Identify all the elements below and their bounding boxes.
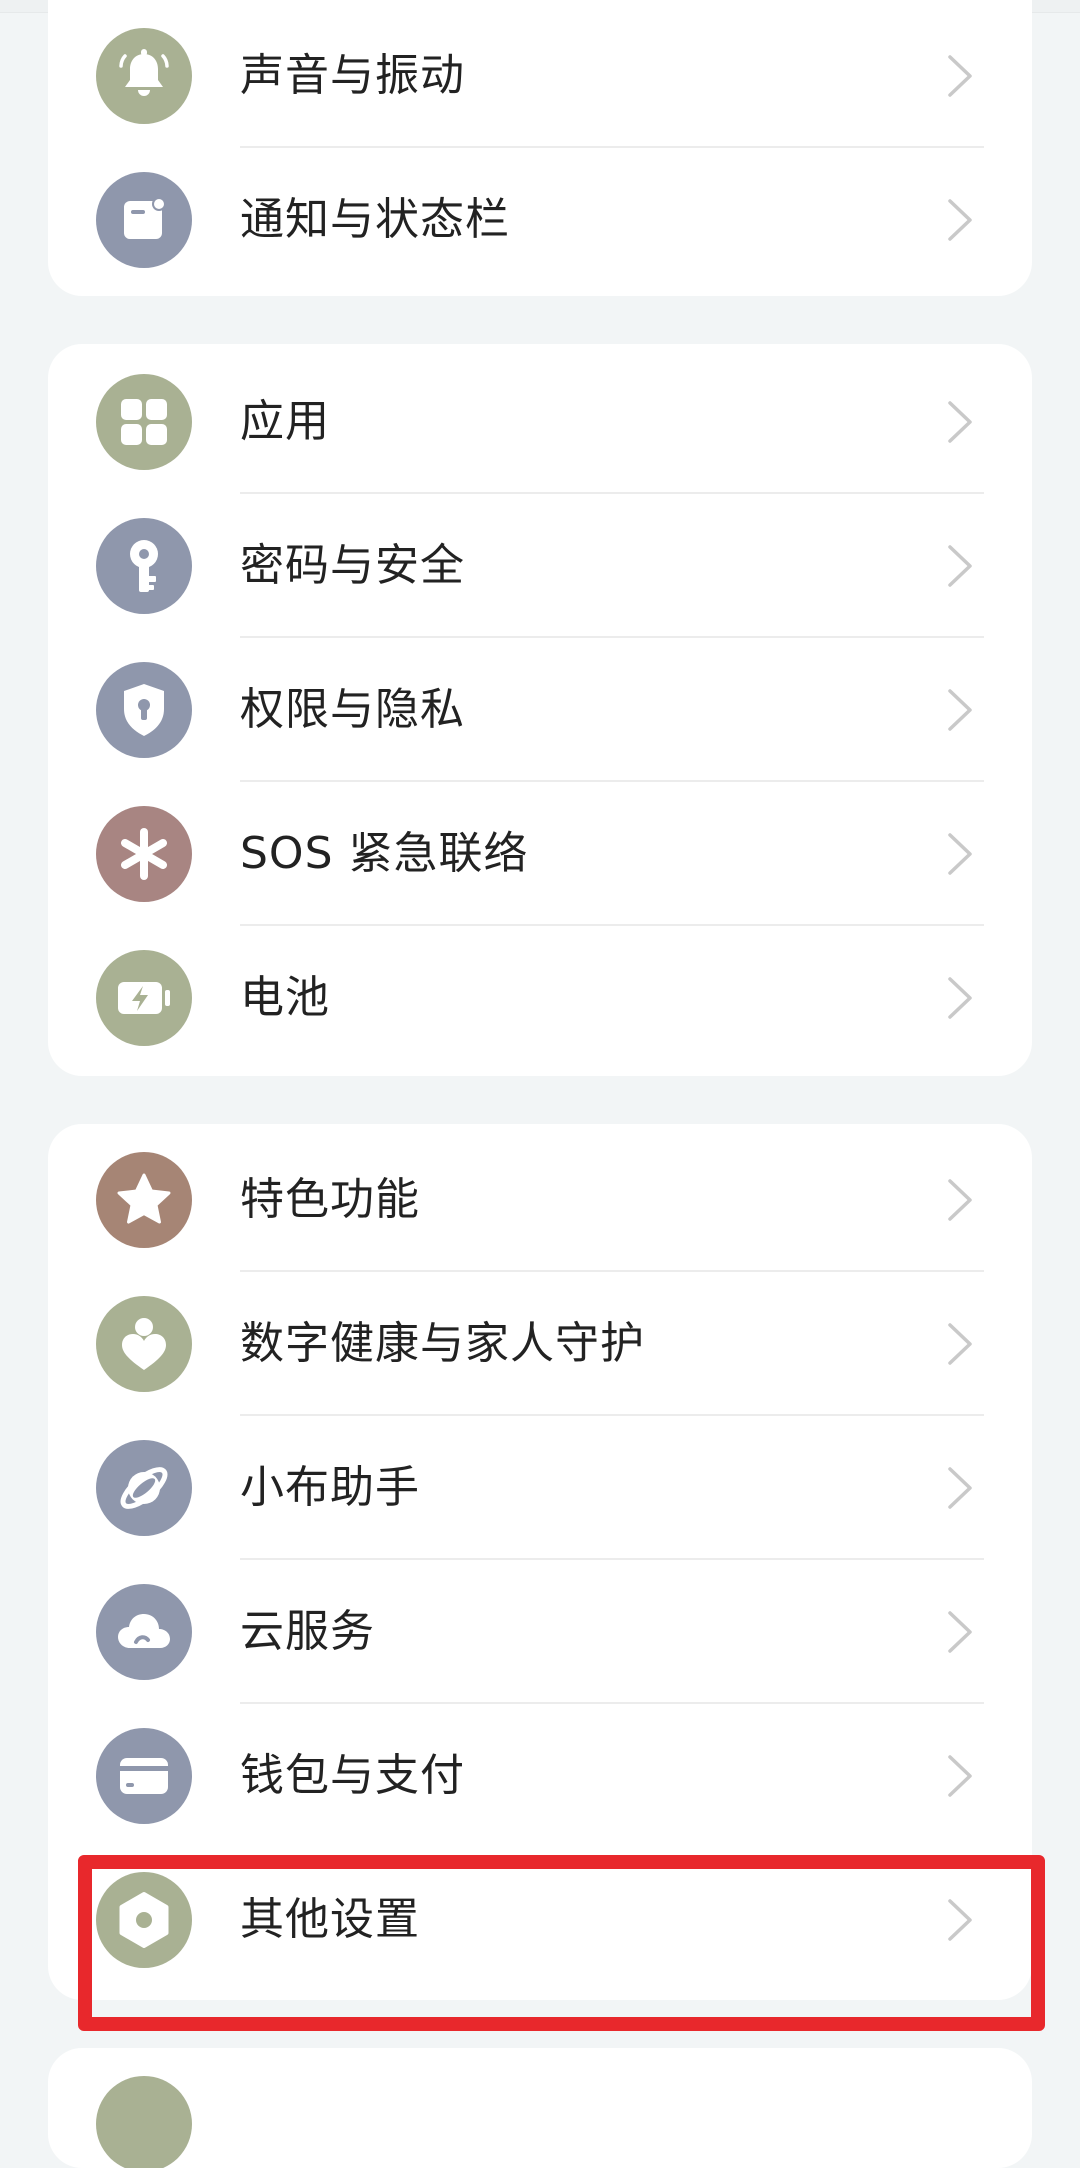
password-security-label: 密码与安全 xyxy=(240,540,465,591)
other-settings-label: 其他设置 xyxy=(240,1894,420,1945)
apps-grid-icon xyxy=(96,374,192,470)
settings-item-wallet-payment[interactable]: 钱包与支付 xyxy=(48,1704,1032,1848)
chevron-right-icon xyxy=(948,401,972,443)
cloud-services-label: 云服务 xyxy=(240,1606,375,1657)
assistant-icon xyxy=(96,1440,192,1536)
chevron-right-icon xyxy=(948,689,972,731)
chevron-right-icon xyxy=(948,55,972,97)
notification-icon xyxy=(96,172,192,268)
chevron-right-icon xyxy=(948,199,972,241)
sos-emergency-label: SOS 紧急联络 xyxy=(240,828,529,879)
cloud-icon xyxy=(96,1584,192,1680)
chevron-right-icon xyxy=(948,1323,972,1365)
settings-item-special-features[interactable]: 特色功能 xyxy=(48,1128,1032,1272)
chevron-right-icon xyxy=(948,977,972,1019)
settings-item-sound-vibration[interactable]: 声音与振动 xyxy=(48,4,1032,148)
heart-person-icon xyxy=(96,1296,192,1392)
digital-wellbeing-label: 数字健康与家人守护 xyxy=(240,1318,645,1369)
battery-label: 电池 xyxy=(240,972,330,1023)
partial-item-icon xyxy=(96,2076,192,2168)
gear-icon xyxy=(96,1872,192,1968)
settings-item-notifications-statusbar[interactable]: 通知与状态栏 xyxy=(48,148,1032,292)
settings-item-battery[interactable]: 电池 xyxy=(48,926,1032,1070)
settings-item-breeno-assistant[interactable]: 小布助手 xyxy=(48,1416,1032,1560)
chevron-right-icon xyxy=(948,1467,972,1509)
key-icon xyxy=(96,518,192,614)
settings-item-password-security[interactable]: 密码与安全 xyxy=(48,494,1032,638)
apps-label: 应用 xyxy=(240,396,330,447)
settings-item-other-settings[interactable]: 其他设置 xyxy=(48,1848,1032,1992)
sound-vibration-label: 声音与振动 xyxy=(240,50,465,101)
bell-icon xyxy=(96,28,192,124)
chevron-right-icon xyxy=(948,1179,972,1221)
asterisk-icon xyxy=(96,806,192,902)
chevron-right-icon xyxy=(948,1899,972,1941)
special-features-label: 特色功能 xyxy=(240,1174,420,1225)
wallet-payment-label: 钱包与支付 xyxy=(240,1750,465,1801)
chevron-right-icon xyxy=(948,1755,972,1797)
chevron-right-icon xyxy=(948,833,972,875)
settings-item-digital-wellbeing[interactable]: 数字健康与家人守护 xyxy=(48,1272,1032,1416)
settings-item-apps[interactable]: 应用 xyxy=(48,350,1032,494)
breeno-assistant-label: 小布助手 xyxy=(240,1462,420,1513)
star-icon xyxy=(96,1152,192,1248)
notifications-statusbar-label: 通知与状态栏 xyxy=(240,194,510,245)
settings-item-cloud-services[interactable]: 云服务 xyxy=(48,1560,1032,1704)
settings-group-1: 声音与振动 通知与状态栏 xyxy=(48,0,1032,296)
settings-item-permissions-privacy[interactable]: 权限与隐私 xyxy=(48,638,1032,782)
chevron-right-icon xyxy=(948,545,972,587)
permissions-privacy-label: 权限与隐私 xyxy=(240,684,465,735)
settings-group-3: 特色功能 数字健康与家人守护 小布助手 云服务 钱包与支付 其他设置 xyxy=(48,1124,1032,2000)
settings-group-4 xyxy=(48,2048,1032,2168)
battery-icon xyxy=(96,950,192,1046)
chevron-right-icon xyxy=(948,1611,972,1653)
settings-group-2: 应用 密码与安全 权限与隐私 SOS 紧急联络 电池 xyxy=(48,344,1032,1076)
wallet-card-icon xyxy=(96,1728,192,1824)
shield-icon xyxy=(96,662,192,758)
settings-item-sos-emergency[interactable]: SOS 紧急联络 xyxy=(48,782,1032,926)
